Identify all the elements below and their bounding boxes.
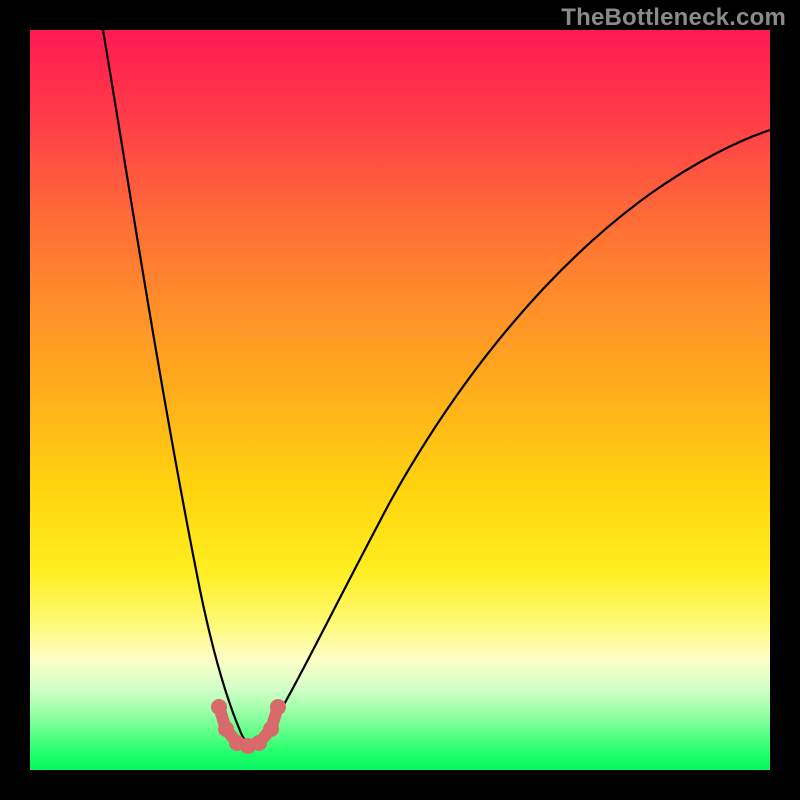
marker-dot <box>218 721 234 737</box>
watermark-text: TheBottleneck.com <box>561 4 786 32</box>
bottleneck-curve-left <box>103 30 249 746</box>
chart-plot-area <box>30 30 770 770</box>
marker-dot <box>211 699 227 715</box>
chart-overlay <box>30 30 770 770</box>
marker-dot <box>251 735 267 751</box>
marker-dot <box>263 721 279 737</box>
marker-dot <box>270 699 286 715</box>
bottleneck-curve-right <box>252 130 770 746</box>
